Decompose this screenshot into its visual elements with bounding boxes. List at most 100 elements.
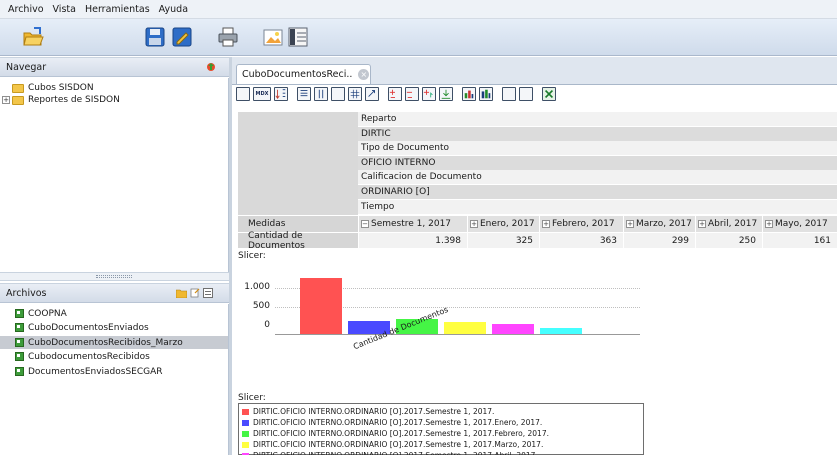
drill-up-icon[interactable] [422, 87, 436, 101]
file-item-coopna[interactable]: COOPNA [0, 307, 228, 320]
col-header-febrero[interactable]: + Febrero, 2017 [539, 216, 623, 232]
legend-item: DIRTIC.OFICIO INTERNO.ORDINARIO [O].2017… [239, 439, 643, 450]
chart-bar[interactable] [540, 328, 582, 334]
menu-herramientas[interactable]: Herramientas [85, 4, 150, 15]
legend-label: DIRTIC.OFICIO INTERNO.ORDINARIO [O].2017… [253, 429, 549, 438]
file-item-cubodocumentosrecibidos-marzo[interactable]: CuboDocumentosRecibidos_Marzo [0, 336, 228, 349]
expand-icon[interactable]: + [698, 220, 706, 228]
slicer-label-top: Slicer: [238, 251, 266, 261]
edit-icon[interactable] [171, 26, 193, 48]
empty-rows-icon[interactable] [331, 87, 345, 101]
chart-legend: DIRTIC.OFICIO INTERNO.ORDINARIO [O].2017… [238, 403, 644, 455]
col-header-label: Abril, 2017 [708, 219, 758, 229]
cube-toolbar: MDX [236, 87, 559, 105]
cube-file-icon [15, 309, 24, 318]
grid-icon[interactable] [348, 87, 362, 101]
member-row[interactable]: Tiempo [358, 200, 837, 214]
save-icon[interactable] [144, 26, 166, 48]
col-header-enero[interactable]: + Enero, 2017 [467, 216, 539, 232]
expand-icon[interactable]: + [542, 220, 550, 228]
tree-item-cubos-sisdon[interactable]: Cubos SISDON [12, 82, 94, 94]
layout-icon[interactable] [287, 26, 309, 48]
chart-icon[interactable] [462, 87, 476, 101]
col-header-label: Semestre 1, 2017 [371, 219, 452, 229]
file-label: DocumentosEnviadosSECGAR [28, 366, 163, 377]
tree-item-reportes-sisdon[interactable]: + Reportes de SISDON [2, 94, 120, 106]
file-label: CuboDocumentosRecibidos_Marzo [28, 337, 183, 348]
menu-bar: Archivo Vista Herramientas Ayuda [0, 0, 837, 19]
member-row[interactable]: Tipo de Documento [358, 141, 837, 155]
chart-bar[interactable] [444, 322, 486, 334]
file-item-documentosenviadossecgar[interactable]: DocumentosEnviadosSECGAR [0, 365, 228, 378]
collapse-members-icon[interactable] [405, 87, 419, 101]
refresh-icon[interactable] [206, 62, 216, 72]
menu-ayuda[interactable]: Ayuda [159, 4, 188, 15]
file-item-cubodocumentosrecibidos[interactable]: CubodocumentosRecibidos [0, 350, 228, 363]
print-icon[interactable] [217, 26, 239, 48]
legend-label: DIRTIC.OFICIO INTERNO.ORDINARIO [O].2017… [253, 418, 543, 427]
drill-through-icon[interactable] [439, 87, 453, 101]
file-label: CubodocumentosRecibidos [28, 351, 150, 362]
col-header-label: Febrero, 2017 [552, 219, 615, 229]
mdx-icon[interactable]: MDX [253, 87, 271, 101]
member-row[interactable]: DIRTIC [358, 127, 837, 141]
col-header-abril[interactable]: + Abril, 2017 [695, 216, 762, 232]
menu-vista[interactable]: Vista [53, 4, 76, 15]
print-setup-icon[interactable] [502, 87, 516, 101]
archivos-list: COOPNA CuboDocumentosEnviados CuboDocume… [0, 304, 229, 455]
y-tick-label: 500 [252, 301, 270, 311]
cube-file-icon [15, 367, 24, 376]
chart-bar[interactable] [492, 324, 534, 334]
swap-axes-icon[interactable] [365, 87, 379, 101]
row-header-cantidad: Cantidad de Documentos [238, 231, 358, 251]
value-cell: 250 [695, 233, 762, 248]
list-view-icon[interactable] [203, 288, 213, 298]
legend-label: DIRTIC.OFICIO INTERNO.ORDINARIO [O].2017… [253, 440, 544, 449]
tab-cubodocumentosrecibidos[interactable]: CuboDocumentosReci.. × [236, 64, 371, 84]
legend-item: DIRTIC.OFICIO INTERNO.ORDINARIO [O].2017… [239, 417, 643, 428]
collapse-icon[interactable]: − [361, 220, 369, 228]
close-icon[interactable]: × [358, 69, 370, 80]
legend-label: DIRTIC.OFICIO INTERNO.ORDINARIO [O].2017… [253, 451, 538, 455]
member-row[interactable]: ORDINARIO [O] [358, 185, 837, 199]
archivos-header: Archivos [0, 283, 229, 303]
chart-config-icon[interactable] [479, 87, 493, 101]
panel-splitter[interactable] [0, 272, 229, 281]
cube-file-icon [15, 323, 24, 332]
excel-export-icon[interactable] [542, 87, 556, 101]
print-report-icon[interactable] [519, 87, 533, 101]
open-file-icon[interactable] [176, 288, 187, 298]
menu-archivo[interactable]: Archivo [8, 4, 44, 15]
member-row[interactable]: Reparto [358, 112, 837, 126]
col-header-label: Mayo, 2017 [775, 219, 828, 229]
col-header-label: Enero, 2017 [480, 219, 535, 229]
expand-icon[interactable]: + [626, 220, 634, 228]
col-header-mayo[interactable]: + Mayo, 2017 [762, 216, 837, 232]
member-row[interactable]: OFICIO INTERNO [358, 156, 837, 170]
file-item-cubodocumentosenviados[interactable]: CuboDocumentosEnviados [0, 321, 228, 334]
slicer-label-bottom: Slicer: [238, 393, 266, 403]
columns-icon[interactable] [314, 87, 328, 101]
legend-swatch [242, 419, 249, 426]
value-cell: 1.398 [358, 233, 467, 248]
member-row[interactable]: Calificacion de Documento [358, 170, 837, 184]
sort-icon[interactable] [274, 87, 288, 101]
y-tick-label: 0 [264, 320, 270, 330]
legend-item: DIRTIC.OFICIO INTERNO.ORDINARIO [O].2017… [239, 406, 643, 417]
expand-icon[interactable]: + [470, 220, 478, 228]
chart-bar[interactable] [300, 278, 342, 334]
tab-label: CuboDocumentosReci.. [242, 69, 353, 80]
expand-icon[interactable]: + [2, 96, 10, 104]
new-file-icon[interactable] [190, 288, 200, 298]
navigator-icon[interactable] [236, 87, 250, 101]
col-header-marzo[interactable]: + Marzo, 2017 [623, 216, 695, 232]
expand-icon[interactable]: + [765, 220, 773, 228]
cube-file-icon [15, 352, 24, 361]
bar-chart [275, 275, 640, 335]
hierarchy-icon[interactable] [297, 87, 311, 101]
value-cell: 325 [467, 233, 539, 248]
open-folder-icon[interactable] [22, 26, 44, 48]
image-icon[interactable] [262, 26, 284, 48]
expand-members-icon[interactable] [388, 87, 402, 101]
col-header-semestre1[interactable]: − Semestre 1, 2017 [358, 216, 467, 232]
